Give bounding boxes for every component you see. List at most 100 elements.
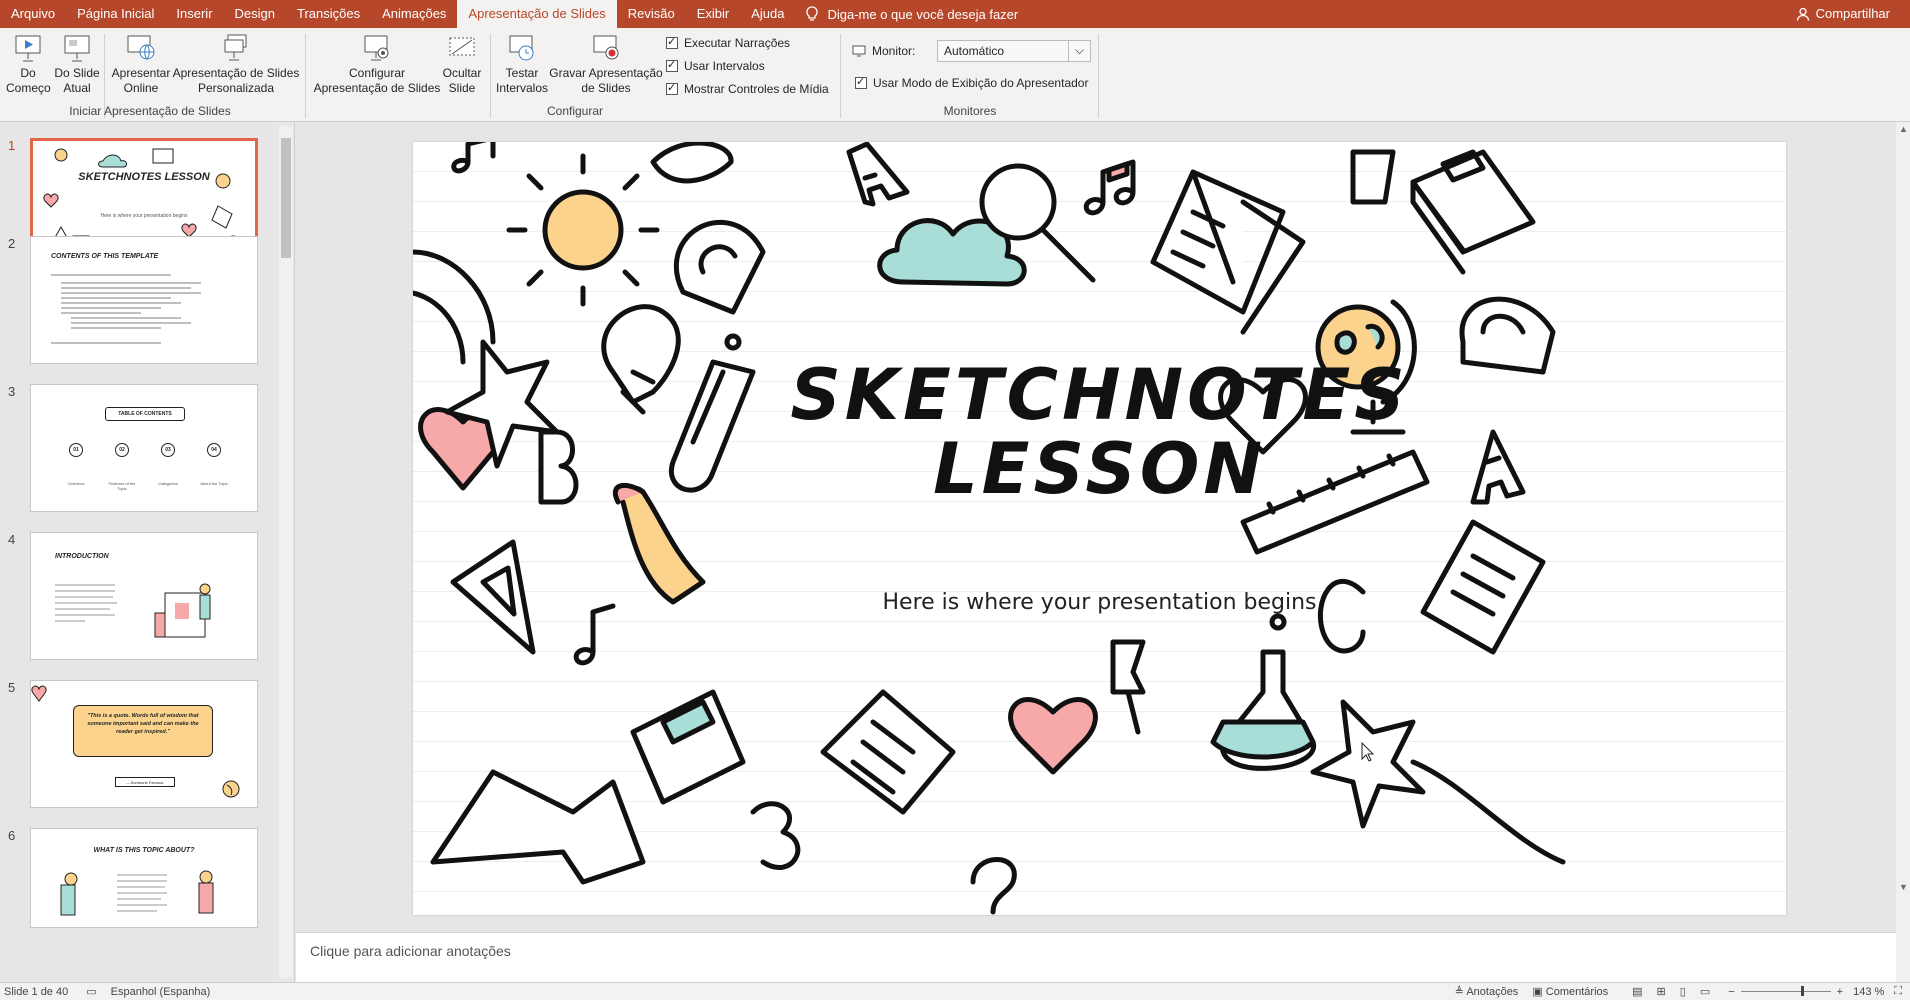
share-button[interactable]: Compartilhar [1796,0,1890,28]
slide-thumbnail-6[interactable]: WHAT IS THIS TOPIC ABOUT? [30,828,258,928]
hide-slide-button[interactable]: Ocultar Slide [438,32,486,96]
checkbox-checked[interactable] [666,58,678,72]
slide-number: 3 [8,384,16,399]
present-online-label: Apresentar Online [111,66,171,95]
thumb-title: INTRODUCTION [55,553,109,560]
tell-me-box[interactable]: Diga-me o que você deseja fazer [805,6,1018,22]
setup-show-label: Configurar Apresentação de Slides [313,66,441,95]
group-label-monitors: Monitores [943,104,997,118]
tab-insert[interactable]: Inserir [165,0,223,28]
thumb-item: 03 [161,443,175,457]
chevron-down-icon[interactable]: ⌵ [1068,41,1090,61]
thumbnails-scrollbar[interactable] [279,126,293,978]
slide-subtitle[interactable]: Here is where your presentation begins [413,590,1786,615]
comments-toggle-label: Comentários [1545,986,1609,998]
monitor-field-label: Monitor: [852,44,915,58]
thumb-label: Categories [158,481,178,486]
tab-transitions[interactable]: Transições [286,0,371,28]
status-bar: Slide 1 de 40 ▭ Espanhol (Espanha) ≜ Ano… [0,982,1910,1000]
reading-view-icon[interactable]: ▯ [1680,985,1686,998]
tab-design[interactable]: Design [224,0,286,28]
mouse-cursor-icon [1361,742,1375,762]
tab-slide-show[interactable]: Apresentação de Slides [457,0,617,28]
play-narrations-checkbox[interactable]: Executar Narrações [666,35,791,50]
notes-pane[interactable]: Clique para adicionar anotações [296,932,1896,982]
tab-animations[interactable]: Animações [371,0,457,28]
tab-home[interactable]: Página Inicial [66,0,165,28]
monitor-select[interactable]: Automático ⌵ [937,40,1091,62]
thumb-title: CONTENTS OF THIS TEMPLATE [51,253,159,260]
custom-show-button[interactable]: Apresentação de Slides Personalizada [172,32,300,96]
zoom-slider-handle[interactable] [1800,986,1804,996]
fit-to-window-icon[interactable]: ⛶ [1894,985,1902,998]
presenter-view-label: Usar Modo de Exibição do Apresentador [873,76,1089,90]
slide-area-scrollbar[interactable]: ▲ ▼ [1896,122,1910,982]
zoom-out-button[interactable]: − [1728,986,1734,998]
setup-show-button[interactable]: Configurar Apresentação de Slides [312,32,442,96]
hide-slide-icon [446,32,478,64]
present-online-button[interactable]: Apresentar Online [108,32,174,96]
separator [840,34,841,118]
scroll-down-icon[interactable]: ▼ [1899,882,1908,892]
notes-toggle[interactable]: ≜ Anotações [1455,985,1519,998]
from-current-button[interactable]: Do Slide Atual [52,32,102,96]
presenter-view-checkbox[interactable]: Usar Modo de Exibição do Apresentador [855,75,1089,90]
comments-toggle[interactable]: ▣ Comentários [1532,985,1608,998]
tab-file[interactable]: Arquivo [0,0,66,28]
slide-number: 5 [8,680,16,695]
slide-thumbnail-5[interactable]: "This is a quote. Words full of wisdom t… [30,680,258,808]
thumb-label: Features of the Topic [108,481,136,491]
notes-toggle-label: Anotações [1466,986,1519,998]
tab-help[interactable]: Ajuda [740,0,795,28]
slide-sorter-icon[interactable]: ⊞ [1657,985,1666,998]
current-slide[interactable]: SKETCHNOTES LESSON Here is where your pr… [413,142,1786,915]
use-timings-checkbox[interactable]: Usar Intervalos [666,58,765,73]
monitor-icon [852,45,866,57]
slide-number: 1 [8,138,16,153]
slide-title-line-1[interactable]: SKETCHNOTES [413,354,1786,436]
record-show-label: Gravar Apresentação de Slides [549,66,663,95]
show-media-controls-checkbox[interactable]: Mostrar Controles de Mídia [666,81,829,96]
ribbon: Do Começo Do Slide Atual Apresentar Onli… [0,28,1910,122]
checkbox-checked[interactable] [666,35,678,49]
spellcheck-icon[interactable]: ▭ [86,985,96,998]
from-beginning-button[interactable]: Do Começo [6,32,51,96]
hide-slide-label: Ocultar Slide [442,66,482,95]
language-indicator[interactable]: Espanhol (Espanha) [111,986,211,998]
lightbulb-icon [805,6,819,22]
setup-slideshow-icon [361,32,393,64]
separator [1098,34,1099,118]
slide-number: 4 [8,532,16,547]
separator [490,34,491,118]
tab-review[interactable]: Revisão [617,0,686,28]
slideshow-view-icon[interactable]: ▭ [1700,985,1710,998]
slide-title-line-2[interactable]: LESSON [413,428,1786,510]
thumb-title: TABLE OF CONTENTS [105,407,185,421]
checkbox-checked[interactable] [855,75,867,89]
record-show-button[interactable]: Gravar Apresentação de Slides [548,32,664,96]
zoom-level[interactable]: 143 % [1853,986,1884,998]
thumb-title: WHAT IS THIS TOPIC ABOUT? [93,847,195,854]
checkbox-checked[interactable] [666,81,678,95]
play-narrations-label: Executar Narrações [684,36,791,50]
play-from-start-icon [12,32,44,64]
thumb-text-lines [51,274,201,344]
play-from-current-icon [61,32,93,64]
slide-thumbnails-pane: 1 SKETCHNOTES LESSON Here is where your … [0,122,295,982]
zoom-slider[interactable] [1740,986,1831,996]
slide-number: 2 [8,236,16,251]
separator [305,34,306,118]
zoom-in-button[interactable]: + [1837,986,1843,998]
thumb-illustration [55,583,211,638]
slide-thumbnail-2[interactable]: CONTENTS OF THIS TEMPLATE [30,236,258,364]
slide-thumbnail-4[interactable]: INTRODUCTION [30,532,258,660]
slide-thumbnail-3[interactable]: TABLE OF CONTENTS 01 02 03 04 Overview F… [30,384,258,512]
rehearse-timings-button[interactable]: Testar Intervalos [494,32,550,96]
scroll-up-icon[interactable]: ▲ [1899,124,1908,134]
from-beginning-label: Do Começo [6,66,51,95]
normal-view-icon[interactable]: ▤ [1632,985,1642,998]
monitor-value: Automático [944,44,1005,58]
ribbon-tab-bar: Arquivo Página Inicial Inserir Design Tr… [0,0,1910,28]
scrollbar-thumb[interactable] [281,138,291,258]
tab-view[interactable]: Exibir [686,0,741,28]
